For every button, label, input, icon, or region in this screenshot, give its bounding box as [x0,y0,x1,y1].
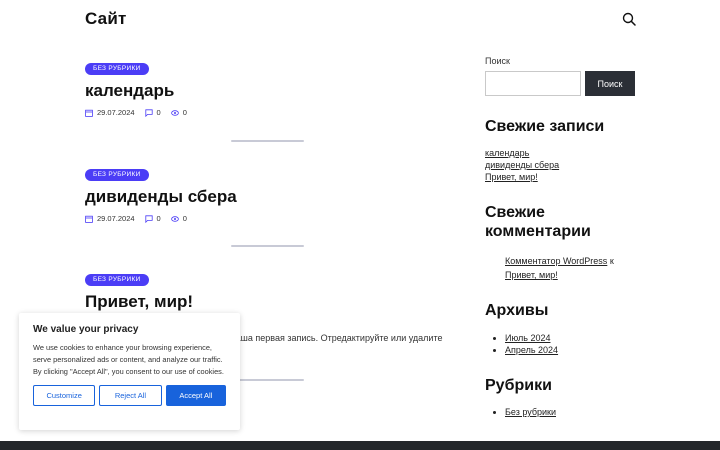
recent-posts-list: календарь дивиденды сбера Привет, мир! [485,147,559,183]
recent-post-link[interactable]: Привет, мир! [485,171,559,183]
post-divider [231,379,304,381]
category-badge[interactable]: Без рубрики [85,63,149,75]
cookie-buttons: Customize Reject All Accept All [33,385,226,406]
eye-icon [170,109,179,116]
recent-comments-title: Свежие комментарии [485,204,591,240]
eye-icon [170,215,179,222]
comment-connector: к [609,256,614,266]
comment-count[interactable]: 0 [144,108,161,117]
post-card: Без рубрики дивиденды сбера 29.07.2024 0… [85,163,455,223]
category-link[interactable]: Без рубрики [505,407,556,417]
post-card: Без рубрики календарь 29.07.2024 0 0 [85,57,455,117]
recent-post-link[interactable]: календарь [485,147,559,159]
category-badge[interactable]: Без рубрики [85,169,149,181]
recent-posts-title: Свежие записи [485,118,605,135]
post-title[interactable]: дивиденды сбера [85,186,455,208]
post-meta: 29.07.2024 0 0 [85,214,455,223]
reject-all-button[interactable]: Reject All [99,385,162,406]
view-count: 0 [170,214,187,223]
post-date: 29.07.2024 [85,214,135,223]
category-badge[interactable]: Без рубрики [85,274,149,286]
categories-title: Рубрики [485,377,552,394]
cookie-text: We use cookies to enhance your browsing … [33,343,224,376]
page: Сайт Без рубрики календарь 29.07.2024 0 … [0,0,720,450]
search-input[interactable] [485,71,581,96]
post-date: 29.07.2024 [85,108,135,117]
post-title[interactable]: Привет, мир! [85,291,455,313]
post-meta: 29.07.2024 0 0 [85,108,455,117]
search-button[interactable]: Поиск [585,71,635,96]
comment-post-link[interactable]: Привет, мир! [505,270,558,280]
site-title[interactable]: Сайт [85,9,127,29]
cookie-consent-banner: We value your privacy We use cookies to … [19,313,240,430]
footer [0,441,720,450]
search-icon[interactable] [622,12,636,26]
category-item: Без рубрики [505,406,556,418]
archive-item: Июль 2024 [505,332,558,344]
search-label: Поиск [485,56,510,66]
comment-author-link[interactable]: Комментатор WordPress [505,256,607,266]
archives-list: Июль 2024 Апрель 2024 [493,332,558,356]
comment-icon [144,214,153,223]
comment-icon [144,108,153,117]
sidebar-search: Поиск Поиск [485,56,645,96]
post-title[interactable]: календарь [85,80,455,102]
cookie-title: We value your privacy [33,324,139,335]
accept-all-button[interactable]: Accept All [165,385,226,406]
recent-post-link[interactable]: дивиденды сбера [485,159,559,171]
comment-count[interactable]: 0 [144,214,161,223]
calendar-icon [85,215,93,223]
categories-list: Без рубрики [493,406,556,418]
view-count: 0 [170,108,187,117]
archive-link[interactable]: Апрель 2024 [505,345,558,355]
post-card: Без рубрики Привет, мир! [85,268,455,313]
recent-comment: Комментатор WordPress к Привет, мир! [505,254,645,282]
archive-item: Апрель 2024 [505,344,558,356]
post-divider [231,140,304,142]
archives-title: Архивы [485,302,549,319]
calendar-icon [85,109,93,117]
post-divider [231,245,304,247]
customize-button[interactable]: Customize [33,385,96,406]
archive-link[interactable]: Июль 2024 [505,333,550,343]
